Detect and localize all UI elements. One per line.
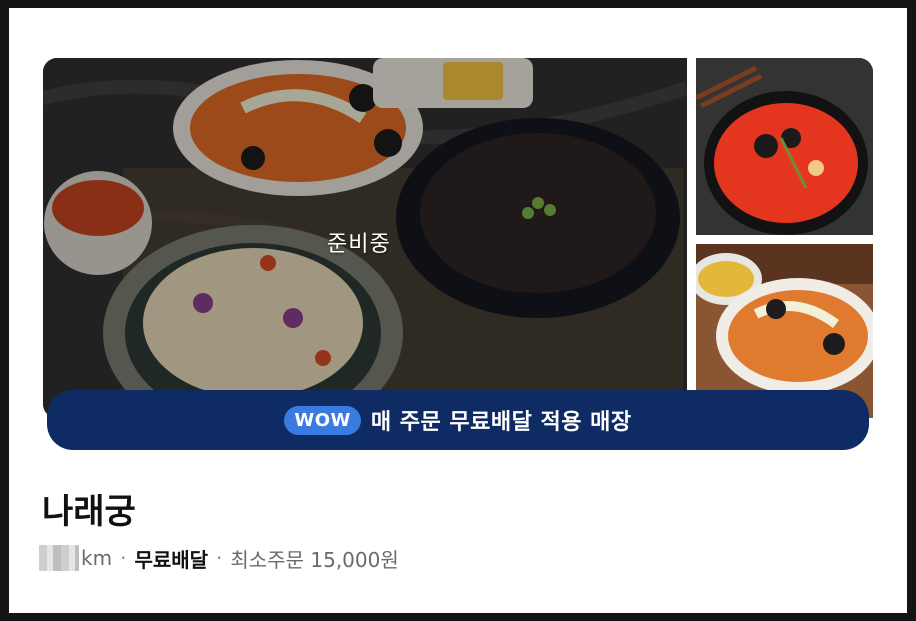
status-label: 준비중 xyxy=(327,232,391,257)
store-name[interactable]: 나래궁 xyxy=(42,484,136,533)
separator: · xyxy=(216,546,223,570)
store-card[interactable]: 준비중 WOW 매 주문 무료배달 적용 매장 나래궁 km · 무료배달 · … xyxy=(9,8,907,613)
distance-unit: km xyxy=(81,546,113,570)
wow-free-delivery-banner: WOW 매 주문 무료배달 적용 매장 xyxy=(47,390,869,450)
wow-banner-text: 매 주문 무료배달 적용 매장 xyxy=(370,410,632,435)
distance-value-redacted xyxy=(39,545,79,571)
wow-badge: WOW xyxy=(284,405,361,435)
store-meta-row: km · 무료배달 · 최소주문 15,000원 xyxy=(39,543,399,573)
store-side-photo-top[interactable] xyxy=(696,58,873,235)
separator: · xyxy=(120,546,127,570)
delivery-fee: 무료배달 xyxy=(134,547,209,572)
minimum-order: 최소주문 15,000원 xyxy=(230,547,399,572)
